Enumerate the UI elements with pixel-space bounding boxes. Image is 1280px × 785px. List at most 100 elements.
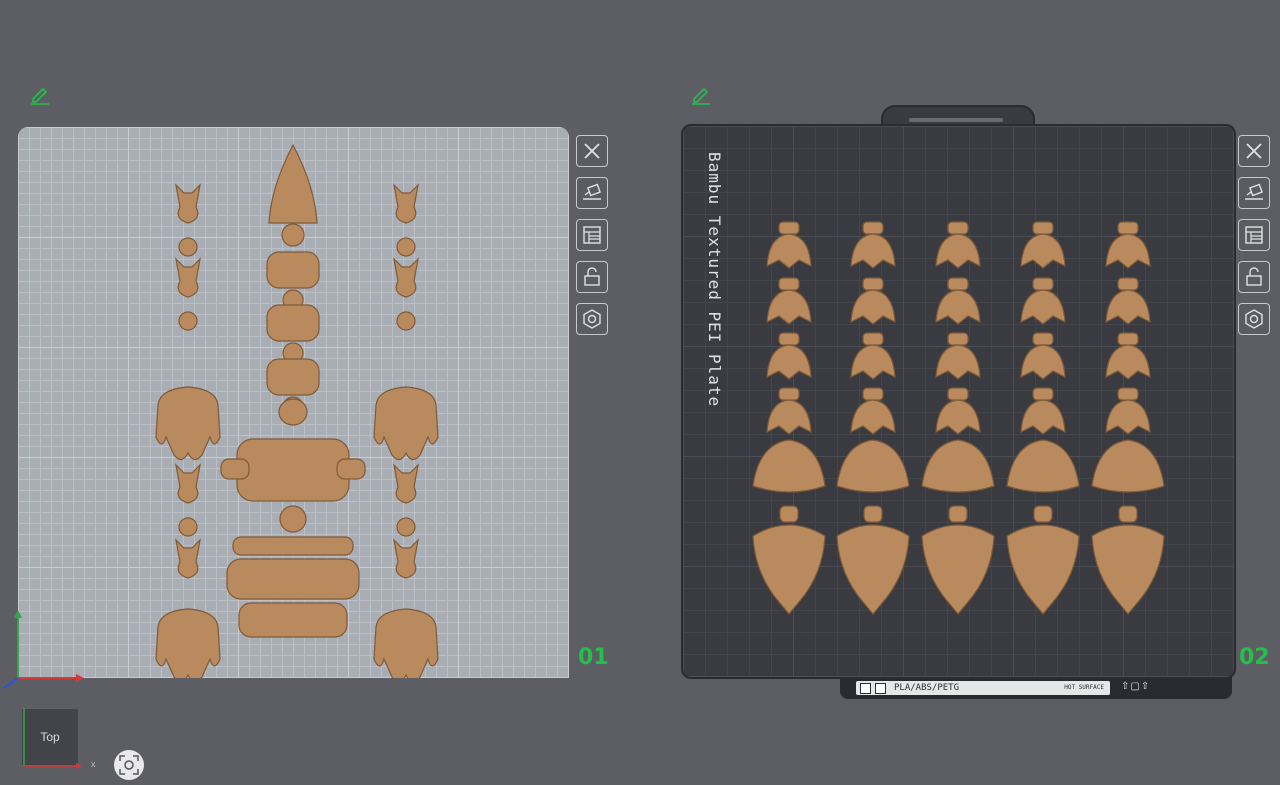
pelvis-part[interactable] [238,602,348,638]
recenter-view-button[interactable] [114,750,144,780]
plate-1-parts[interactable] [18,127,569,678]
shoulder-part[interactable] [220,458,250,480]
hip-part[interactable] [850,399,896,435]
ball-joint-part[interactable] [178,237,198,257]
yoke-part[interactable] [393,183,419,224]
ball-joint-part[interactable] [279,505,307,533]
hip-part[interactable] [1105,399,1151,435]
hip-part[interactable] [1020,344,1066,380]
joint-part[interactable] [862,277,884,291]
ball-joint-part[interactable] [178,311,198,331]
joint-part[interactable] [1117,221,1139,235]
yoke-part[interactable] [175,183,201,224]
joint-part[interactable] [1117,332,1139,346]
pauldron-part[interactable] [752,439,826,493]
connector-part[interactable] [948,505,968,523]
auto-orient-button[interactable] [576,177,608,209]
body-segment-part[interactable] [266,304,320,342]
chest-part[interactable] [236,438,350,502]
pauldron-part[interactable] [1091,439,1165,493]
hip-part[interactable] [935,233,981,269]
auto-orient-button[interactable] [1238,177,1270,209]
hip-part[interactable] [935,289,981,325]
close-plate-button[interactable] [1238,135,1270,167]
shoulder-part[interactable] [336,458,366,480]
hip-part[interactable] [766,399,812,435]
joint-part[interactable] [1032,387,1054,401]
pauldron-part[interactable] [1006,439,1080,493]
plate-2-parts[interactable] [683,126,1234,677]
body-segment-part[interactable] [266,251,320,289]
joint-part[interactable] [947,221,969,235]
edit-plate-name-icon[interactable] [29,83,51,105]
claw-part[interactable] [373,386,439,461]
build-plate-2[interactable] [681,124,1236,679]
hip-part[interactable] [935,344,981,380]
pauldron-part[interactable] [921,439,995,493]
joint-part[interactable] [947,332,969,346]
joint-part[interactable] [862,221,884,235]
joint-part[interactable] [778,221,800,235]
joint-part[interactable] [778,332,800,346]
hip-part[interactable] [1105,289,1151,325]
connector-part[interactable] [863,505,883,523]
hip-part[interactable] [850,233,896,269]
hip-part[interactable] [850,289,896,325]
head-part[interactable] [1091,524,1165,615]
hip-part[interactable] [766,344,812,380]
head-part[interactable] [1006,524,1080,615]
hip-part[interactable] [1105,344,1151,380]
ball-joint-part[interactable] [178,517,198,537]
head-part[interactable] [268,143,318,224]
ball-joint-part[interactable] [396,311,416,331]
joint-part[interactable] [1032,332,1054,346]
lock-plate-button[interactable] [1238,261,1270,293]
yoke-part[interactable] [175,538,201,579]
joint-part[interactable] [862,332,884,346]
body-segment-part[interactable] [266,358,320,396]
connector-part[interactable] [1118,505,1138,523]
arrange-button[interactable] [1238,219,1270,251]
hip-part[interactable] [850,344,896,380]
ball-joint-part[interactable] [396,237,416,257]
joint-part[interactable] [778,277,800,291]
hip-part[interactable] [766,289,812,325]
ribcage-part[interactable] [232,536,354,556]
ball-joint-part[interactable] [396,517,416,537]
claw-part[interactable] [373,608,439,678]
head-part[interactable] [836,524,910,615]
joint-part[interactable] [862,387,884,401]
joint-part[interactable] [1032,277,1054,291]
close-plate-button[interactable] [576,135,608,167]
yoke-part[interactable] [175,463,201,504]
yoke-part[interactable] [393,463,419,504]
joint-part[interactable] [1117,277,1139,291]
hip-part[interactable] [1105,233,1151,269]
yoke-part[interactable] [393,257,419,298]
joint-part[interactable] [1117,387,1139,401]
head-part[interactable] [921,524,995,615]
pauldron-part[interactable] [836,439,910,493]
build-plate-1[interactable] [18,127,569,678]
plate-settings-button[interactable] [1238,303,1270,335]
claw-part[interactable] [155,386,221,461]
joint-part[interactable] [778,387,800,401]
connector-part[interactable] [1033,505,1053,523]
ball-joint-part[interactable] [281,223,305,247]
edit-plate-name-icon[interactable] [690,83,712,105]
joint-part[interactable] [947,387,969,401]
yoke-part[interactable] [175,257,201,298]
hip-part[interactable] [935,399,981,435]
ribcage-part[interactable] [226,558,360,600]
head-part[interactable] [752,524,826,615]
ball-joint-part[interactable] [278,398,308,426]
yoke-part[interactable] [393,538,419,579]
connector-part[interactable] [779,505,799,523]
plate-settings-button[interactable] [576,303,608,335]
joint-part[interactable] [947,277,969,291]
claw-part[interactable] [155,608,221,678]
hip-part[interactable] [1020,399,1066,435]
hip-part[interactable] [1020,289,1066,325]
arrange-button[interactable] [576,219,608,251]
joint-part[interactable] [1032,221,1054,235]
